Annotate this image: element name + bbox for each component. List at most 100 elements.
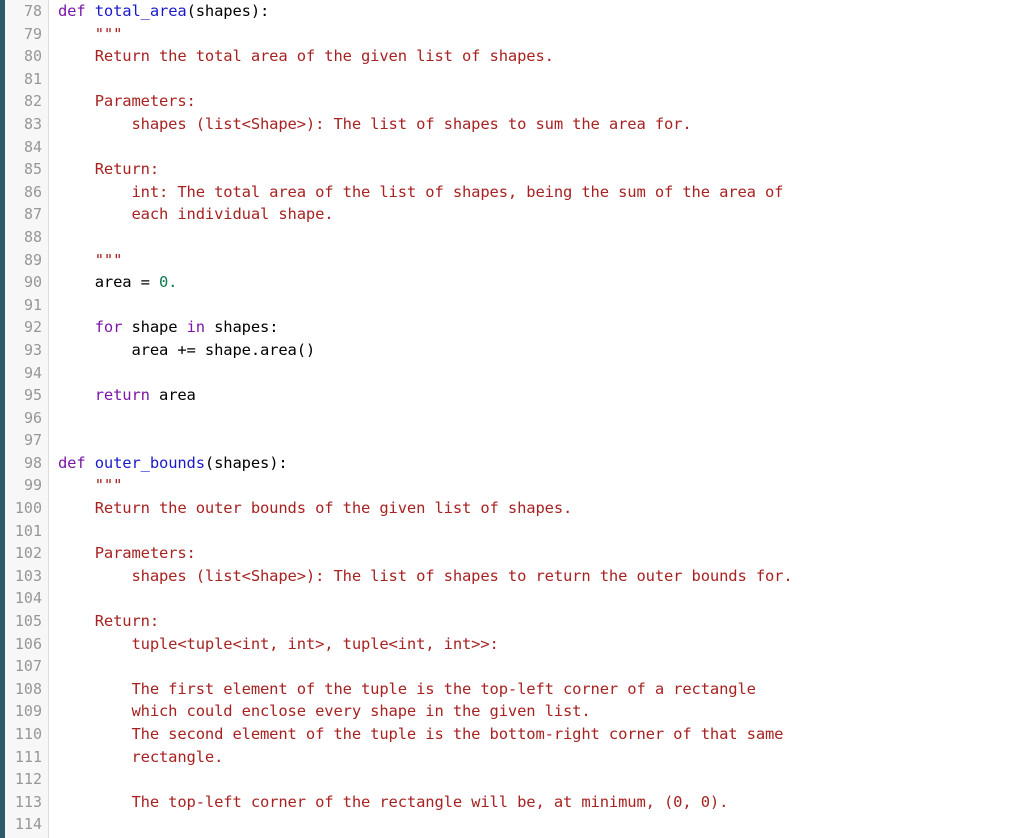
code-line[interactable]: Return: [58,158,1024,181]
line-number[interactable]: 83 [5,113,48,136]
line-number[interactable]: 98 [5,452,48,475]
code-line[interactable]: def outer_bounds(shapes): [58,452,1024,475]
code-editor[interactable]: 78 79 80 81 82 83 84 85 86 87 88 89 90 91 92 93 94 95 96 97… [0,0,1024,838]
line-number[interactable]: 108 [5,678,48,701]
line-number[interactable]: 80 [5,45,48,68]
code-token-doc: """ [58,24,123,43]
code-line[interactable]: shapes (list<Shape>): The list of shapes… [58,565,1024,588]
line-number[interactable]: 99 [5,474,48,497]
code-line[interactable] [58,587,1024,610]
line-number[interactable]: 84 [5,136,48,159]
code-line[interactable] [58,655,1024,678]
code-token-fn: outer_bounds [94,453,205,472]
code-line[interactable]: shapes (list<Shape>): The list of shapes… [58,113,1024,136]
code-token-kw: def [58,2,95,20]
line-number[interactable]: 81 [5,68,48,91]
code-line[interactable]: for shape in shapes: [58,316,1024,339]
code-token-doc: rectangle. [58,747,224,766]
line-number[interactable]: 87 [5,203,48,226]
code-line[interactable]: """ [58,474,1024,497]
code-token-kw: for [94,318,123,337]
code-token-doc: Return the total area of the given list … [58,47,554,66]
code-line[interactable]: def total_area(shapes): [58,0,1024,23]
line-number[interactable]: 90 [5,271,48,294]
line-number[interactable]: 85 [5,158,48,181]
code-token-doc: tuple<tuple<int, int>, tuple<int, int>>: [58,634,499,653]
code-token-pl: area = [58,273,159,292]
line-number[interactable]: 78 [5,0,48,23]
code-line[interactable]: Return the total area of the given list … [58,45,1024,68]
code-line[interactable] [58,68,1024,91]
line-number[interactable]: 79 [5,23,48,46]
line-number[interactable]: 105 [5,610,48,633]
code-token-doc: Return the outer bounds of the given lis… [58,499,573,518]
code-token-pl: shapes: [204,318,279,337]
code-line[interactable] [58,429,1024,452]
code-line[interactable] [58,813,1024,836]
line-number[interactable]: 101 [5,520,48,543]
code-line[interactable]: which could enclose every shape in the g… [58,700,1024,723]
line-number[interactable]: 113 [5,791,48,814]
code-token-pl: shape [122,318,187,337]
code-token-doc: Return: [58,160,159,179]
code-line[interactable] [58,362,1024,385]
line-number[interactable]: 106 [5,633,48,656]
code-line[interactable]: Return the outer bounds of the given lis… [58,497,1024,520]
line-number[interactable]: 109 [5,700,48,723]
code-token-doc: int: The total area of the list of shape… [58,182,784,201]
code-line[interactable]: area += shape.area() [58,339,1024,362]
line-number[interactable]: 93 [5,339,48,362]
line-number[interactable]: 103 [5,565,48,588]
code-token-pl: area += shape.area() [58,340,316,359]
line-number[interactable]: 97 [5,429,48,452]
code-line[interactable] [58,407,1024,430]
code-line[interactable]: """ [58,249,1024,272]
code-line[interactable]: Return: [58,610,1024,633]
code-token-doc: The first element of the tuple is the to… [58,679,756,698]
line-number[interactable]: 104 [5,587,48,610]
code-line[interactable]: """ [58,23,1024,46]
code-token-pl: (shapes): [204,453,288,472]
code-line[interactable]: area = 0. [58,271,1024,294]
code-token-fn: total_area [94,2,187,20]
line-number[interactable]: 112 [5,768,48,791]
line-number[interactable]: 111 [5,746,48,769]
code-line[interactable] [58,768,1024,791]
line-number[interactable]: 102 [5,542,48,565]
line-number[interactable]: 86 [5,181,48,204]
code-line[interactable]: The top-left corner of the rectangle wil… [58,791,1024,814]
code-line[interactable]: tuple<tuple<int, int>, tuple<int, int>>: [58,633,1024,656]
code-line[interactable]: rectangle. [58,746,1024,769]
line-number[interactable]: 89 [5,249,48,272]
code-line[interactable] [58,294,1024,317]
code-line[interactable]: Parameters: [58,90,1024,113]
line-number[interactable]: 100 [5,497,48,520]
line-number[interactable]: 92 [5,316,48,339]
code-line[interactable]: each individual shape. [58,203,1024,226]
code-line[interactable]: The first element of the tuple is the to… [58,678,1024,701]
line-number-gutter[interactable]: 78 79 80 81 82 83 84 85 86 87 88 89 90 91 92 93 94 95 96 97… [5,0,49,838]
code-line[interactable]: int: The total area of the list of shape… [58,181,1024,204]
code-token-kw: def [58,453,95,472]
line-number[interactable]: 107 [5,655,48,678]
code-line[interactable] [58,520,1024,543]
line-number[interactable]: 94 [5,362,48,385]
code-line[interactable] [58,136,1024,159]
code-line[interactable]: Parameters: [58,542,1024,565]
line-number[interactable]: 95 [5,384,48,407]
code-line[interactable]: The second element of the tuple is the b… [58,723,1024,746]
line-number[interactable]: 82 [5,90,48,113]
code-line[interactable]: return area [58,384,1024,407]
code-content-area[interactable]: def total_area(shapes): """ Return the t… [49,0,1024,838]
code-token-doc: """ [58,476,123,495]
line-number[interactable]: 114 [5,813,48,836]
line-number[interactable]: 96 [5,407,48,430]
code-line[interactable] [58,226,1024,249]
code-token-num: 0. [159,273,178,292]
line-number[interactable]: 91 [5,294,48,317]
line-number[interactable]: 110 [5,723,48,746]
code-token-doc: The second element of the tuple is the b… [58,725,784,743]
line-number[interactable]: 88 [5,226,48,249]
